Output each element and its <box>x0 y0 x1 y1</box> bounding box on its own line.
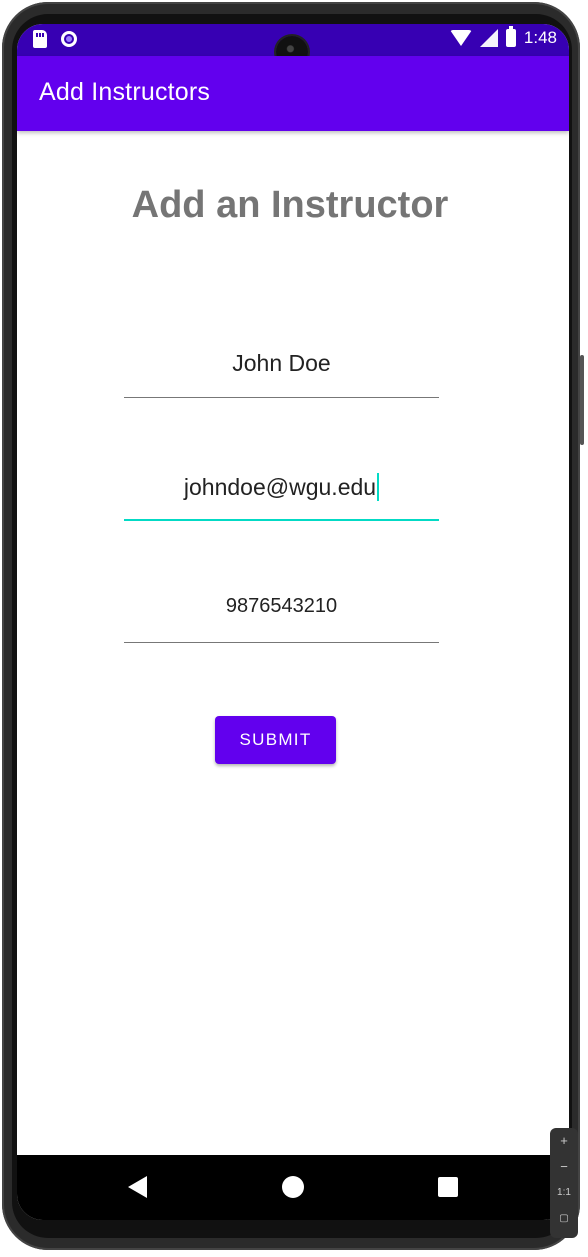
status-left-icons <box>33 30 77 48</box>
zoom-out-button[interactable]: − <box>550 1154 578 1180</box>
navigation-bar <box>17 1155 569 1220</box>
phone-field-underline <box>124 642 439 643</box>
status-right-icons: 1:48 <box>449 26 557 48</box>
email-field-value: johndoe@wgu.edu <box>183 474 377 500</box>
volume-button[interactable] <box>580 355 584 445</box>
circle-icon <box>61 31 77 47</box>
recents-icon[interactable] <box>438 1177 458 1197</box>
email-field-underline <box>124 519 439 521</box>
status-time: 1:48 <box>523 28 557 47</box>
name-field[interactable]: John Doe <box>124 338 439 398</box>
status-bar: 1:48 <box>17 24 569 68</box>
signal-icon <box>479 29 498 47</box>
wifi-icon <box>449 30 472 46</box>
app-bar: Add Instructors <box>17 56 569 131</box>
zoom-fit-button[interactable]: ▢ <box>550 1206 578 1232</box>
phone-screen: 1:48 Add Instructors Add an Instructor J… <box>17 24 569 1220</box>
email-field-container: johndoe@wgu.edu <box>124 473 439 501</box>
emulator-window: 1:48 Add Instructors Add an Instructor J… <box>0 0 588 1257</box>
battery-icon <box>505 26 516 47</box>
back-icon[interactable] <box>128 1176 147 1198</box>
phone-field[interactable]: 9876543210 <box>124 583 439 643</box>
home-icon[interactable] <box>282 1176 304 1198</box>
emulator-zoom-controls: + − 1:1 ▢ <box>550 1128 578 1238</box>
submit-button[interactable]: SUBMIT <box>215 716 336 764</box>
name-field-underline <box>124 397 439 398</box>
page-title: Add an Instructor <box>131 184 449 226</box>
zoom-in-button[interactable]: + <box>550 1128 578 1154</box>
app-title: Add Instructors <box>39 78 211 106</box>
sd-card-icon <box>33 30 47 48</box>
zoom-actual-size-button[interactable]: 1:1 <box>550 1180 578 1206</box>
phone-field-value: 9876543210 <box>225 595 338 617</box>
email-field[interactable]: johndoe@wgu.edu <box>124 461 439 521</box>
text-cursor <box>377 473 380 501</box>
name-field-value: John Doe <box>232 350 331 376</box>
